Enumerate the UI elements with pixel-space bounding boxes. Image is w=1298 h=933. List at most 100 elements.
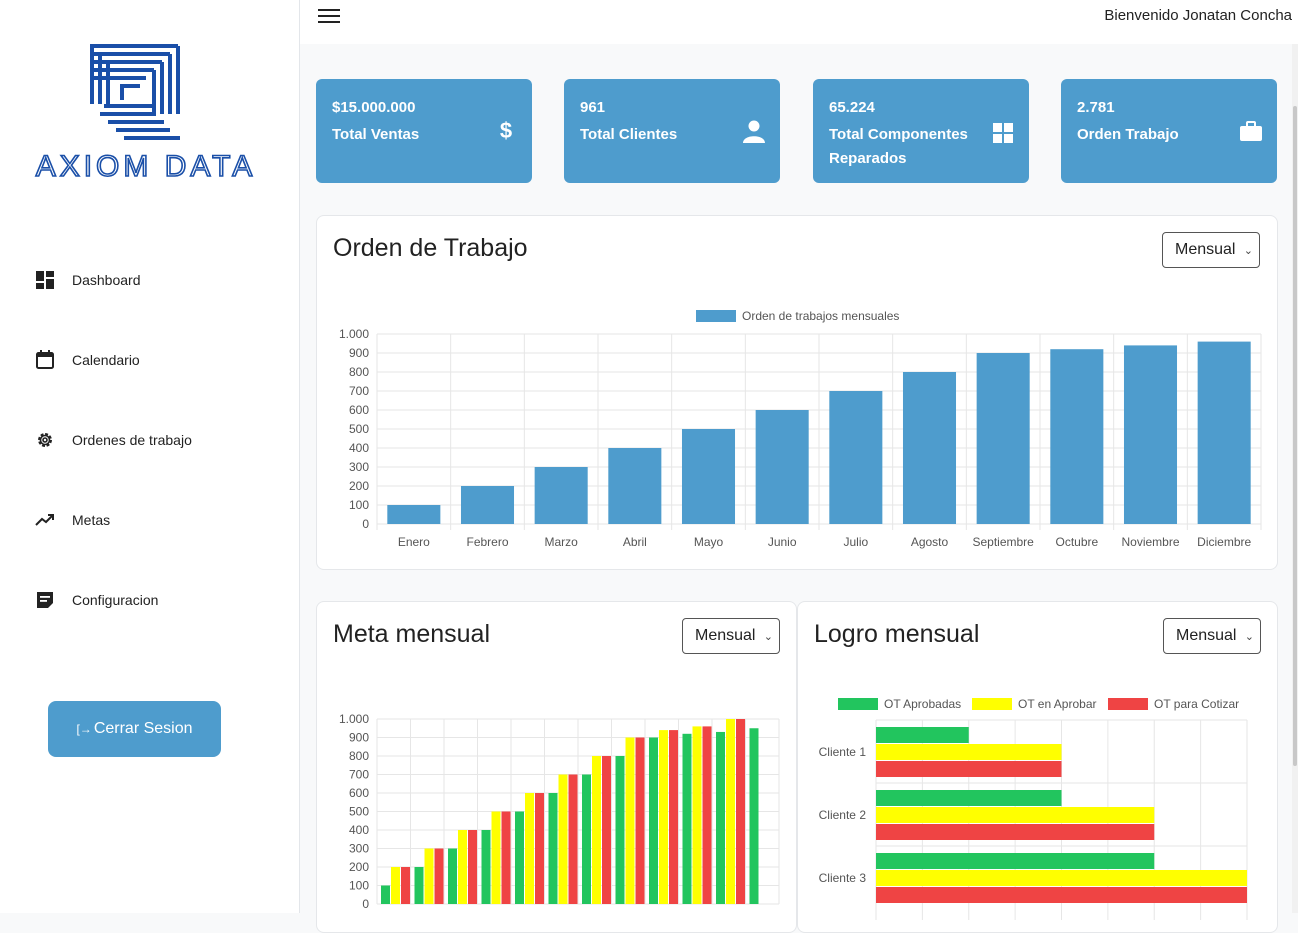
y-tick-label: 900	[349, 346, 369, 360]
scrollbar-thumb[interactable]	[1293, 106, 1297, 766]
briefcase-icon	[1240, 121, 1262, 141]
logout-label: Cerrar Sesion	[93, 720, 193, 737]
dollar-icon: $	[499, 118, 513, 143]
bar	[481, 830, 491, 904]
bar	[876, 761, 1062, 777]
stat-card-orden: 2.781 Orden Trabajo	[1061, 79, 1277, 183]
y-tick-label: 800	[349, 749, 369, 763]
y-tick-label: 0	[362, 517, 369, 531]
bar	[716, 731, 725, 904]
bar	[1123, 345, 1178, 524]
y-tick-label: 300	[349, 842, 369, 856]
sidebar-item-metas[interactable]: Metas	[34, 508, 110, 532]
stat-card-clientes: 961 Total Clientes	[564, 79, 780, 183]
sidebar-item-dashboard[interactable]: Dashboard	[34, 268, 141, 292]
bar	[876, 824, 1155, 840]
bar	[726, 719, 735, 904]
y-tick-label: 500	[349, 805, 369, 819]
scrollbar[interactable]	[1292, 44, 1298, 913]
bar	[659, 730, 668, 904]
axiom-data-logo: AXIOM DATA	[35, 44, 257, 180]
stat-card-ventas: $15.000.000 Total Ventas $	[316, 79, 532, 183]
legend-swatch	[838, 698, 878, 710]
bar	[460, 486, 515, 524]
bar	[448, 848, 457, 904]
legend-swatch	[972, 698, 1012, 710]
bar	[381, 885, 390, 904]
bar	[649, 737, 658, 904]
y-tick-label: 900	[349, 731, 369, 745]
sidebar-item-ordenes[interactable]: Ordenes de trabajo	[34, 428, 192, 452]
period-select-value: Mensual	[695, 627, 756, 644]
sidebar-item-label: Dashboard	[72, 272, 141, 288]
bar	[755, 410, 809, 524]
bar	[1050, 349, 1104, 524]
bar	[458, 830, 467, 904]
period-select[interactable]: Mensual ⌄	[1163, 618, 1261, 654]
bar	[387, 505, 441, 524]
bar	[608, 448, 662, 524]
welcome-text: Bienvenido Jonatan Concha	[1104, 7, 1292, 24]
y-tick-label: 1.000	[339, 712, 369, 726]
bar	[525, 793, 534, 904]
legend-swatch	[696, 310, 736, 322]
sidebar: AXIOM DATA Dashboard Calendario Ordenes …	[0, 0, 300, 913]
period-select-value: Mensual	[1176, 627, 1237, 644]
period-select[interactable]: Mensual ⌄	[682, 618, 780, 654]
bar	[902, 372, 957, 524]
bar	[876, 887, 1247, 903]
stat-label: Orden Trabajo	[1077, 126, 1179, 143]
bar	[548, 793, 558, 904]
logro-mensual-card: Logro mensual Mensual ⌄ OT Aprobadas OT e…	[797, 601, 1278, 933]
y-tick-label: 300	[349, 460, 369, 474]
sidebar-item-label: Metas	[72, 512, 111, 528]
y-tick-label: 800	[349, 365, 369, 379]
note-icon	[34, 589, 56, 611]
bar	[424, 848, 434, 904]
sidebar-item-configuracion[interactable]: Configuracion	[34, 588, 158, 612]
sidebar-item-label: Calendario	[72, 352, 140, 368]
dashboard-icon	[34, 269, 56, 291]
brand-name: AXIOM DATA	[36, 150, 257, 180]
x-tick-label: Febrero	[466, 535, 508, 549]
y-tick-label: 200	[349, 479, 369, 493]
y-tick-label: 1.000	[339, 327, 369, 341]
stat-label: Total Componentes Reparados	[829, 126, 968, 167]
x-tick-label: Marzo	[544, 535, 578, 549]
bar	[681, 429, 736, 524]
bar	[829, 391, 883, 524]
hamburger-menu-icon[interactable]	[318, 6, 340, 24]
orden-trabajo-card: Orden de Trabajo Mensual ⌄ Orden de trab…	[316, 215, 1278, 570]
legend-label: OT en Aprobar	[1018, 697, 1097, 711]
x-tick-label: Julio	[843, 535, 868, 549]
y-tick-label: Cliente 1	[819, 745, 867, 759]
sidebar-item-calendario[interactable]: Calendario	[34, 348, 140, 372]
stat-label: Total Clientes	[580, 126, 678, 143]
y-tick-label: 100	[349, 879, 369, 893]
bar	[615, 756, 625, 904]
user-icon	[743, 120, 765, 143]
period-select[interactable]: Mensual ⌄	[1162, 232, 1260, 268]
y-tick-label: 700	[349, 768, 369, 782]
y-tick-label: 700	[349, 384, 369, 398]
x-tick-label: Agosto	[911, 535, 949, 549]
bar	[468, 830, 477, 904]
bar	[702, 726, 712, 904]
y-tick-label: 0	[362, 897, 369, 911]
x-tick-label: Mayo	[694, 535, 724, 549]
bar	[515, 811, 524, 904]
bar	[736, 719, 745, 904]
bar	[391, 867, 400, 904]
y-tick-label: Cliente 2	[819, 808, 867, 822]
trending-up-icon	[34, 509, 56, 531]
y-tick-label: 400	[349, 441, 369, 455]
y-tick-label: 600	[349, 403, 369, 417]
card-title: Meta mensual	[333, 620, 491, 648]
x-tick-label: Noviembre	[1121, 535, 1179, 549]
logout-button[interactable]: [→ Cerrar Sesion	[48, 701, 221, 757]
gear-icon	[34, 429, 56, 451]
x-tick-label: Septiembre	[972, 535, 1034, 549]
chevron-down-icon: ⌄	[1243, 245, 1253, 257]
logout-icon: [→	[76, 722, 92, 736]
period-select-value: Mensual	[1175, 241, 1236, 258]
